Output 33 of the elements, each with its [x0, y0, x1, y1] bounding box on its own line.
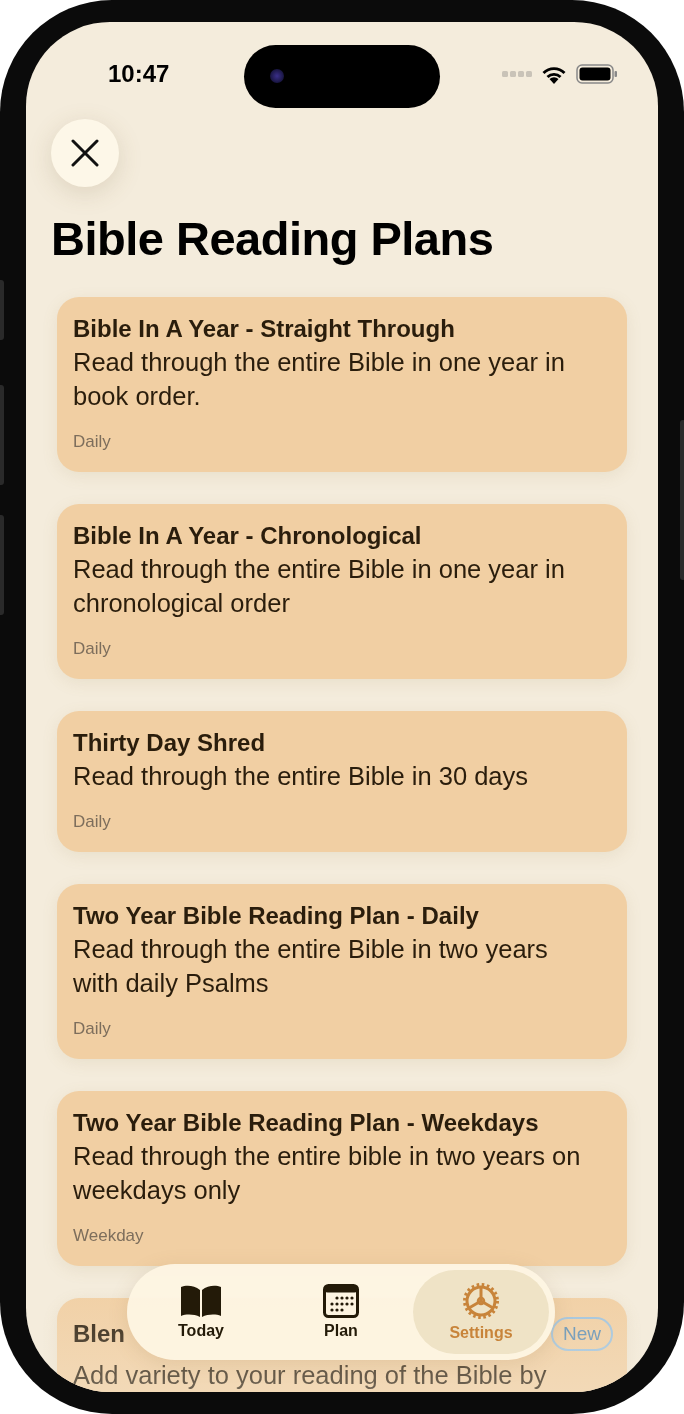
gear-icon: [462, 1282, 500, 1320]
plan-card[interactable]: Two Year Bible Reading Plan - Daily Read through the entire Bible in two years with daily Psalms Daily: [57, 884, 627, 1059]
battery-icon: [576, 64, 618, 84]
plan-description: Read through the entire Bible in 30 days: [73, 761, 530, 792]
plan-description: Read through the entire Bible in two years with daily Psalms: [73, 934, 549, 999]
plan-description: Read through the entire Bible in one year in chronological order: [73, 554, 566, 619]
plan-frequency: Daily: [73, 431, 112, 453]
plan-card[interactable]: Two Year Bible Reading Plan - Weekdays Read through the entire bible in two years on weekdays only Weekday: [57, 1091, 627, 1266]
plan-title: Thirty Day Shred: [73, 728, 266, 758]
plan-title: Bible In A Year - Straight Through: [73, 314, 455, 344]
book-icon: [180, 1284, 222, 1318]
plan-title: Blen: [73, 1319, 125, 1349]
plan-description: Read through the entire bible in two years on weekdays only: [73, 1141, 582, 1206]
plan-title: Bible In A Year - Chronological: [73, 521, 422, 551]
plan-card[interactable]: Thirty Day Shred Read through the entire Bible in 30 days Daily: [57, 711, 627, 852]
plan-description: Add variety to your reading of the Bible by: [73, 1360, 548, 1391]
calendar-icon: [323, 1284, 359, 1318]
status-time: 10:47: [108, 60, 170, 88]
page-title: Bible Reading Plans: [51, 211, 495, 267]
plan-title: Two Year Bible Reading Plan - Daily: [73, 901, 479, 931]
plan-card[interactable]: Bible In A Year - Chronological Read through the entire Bible in one year in chronological order Daily: [57, 504, 627, 679]
wifi-icon: [540, 64, 568, 84]
tab-button[interactable]: Plan: [273, 1270, 409, 1354]
plan-frequency: Daily: [73, 1018, 112, 1040]
plan-frequency: Daily: [73, 638, 112, 660]
plan-title: Two Year Bible Reading Plan - Weekdays: [73, 1108, 539, 1138]
tab-button[interactable]: Today: [133, 1270, 269, 1354]
signal-icon: [502, 70, 532, 78]
plan-description: Read through the entire Bible in one year in book order.: [73, 347, 566, 412]
plan-card[interactable]: Bible In A Year - Straight Through Read through the entire Bible in one year in book order. Daily: [57, 297, 627, 472]
plan-frequency: Daily: [73, 811, 112, 833]
close-icon: [71, 139, 99, 167]
plan-frequency: Weekday: [73, 1225, 145, 1247]
